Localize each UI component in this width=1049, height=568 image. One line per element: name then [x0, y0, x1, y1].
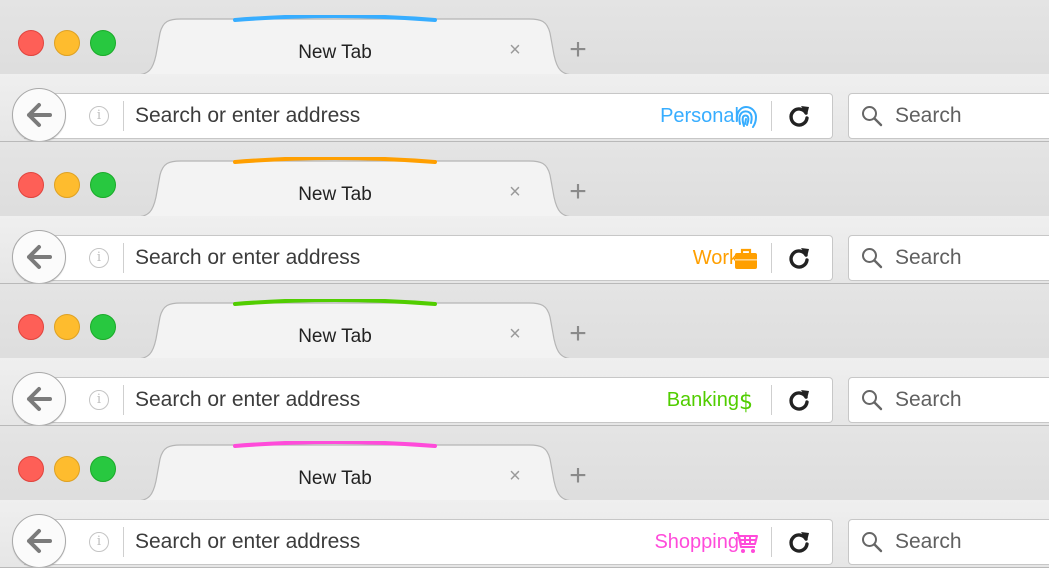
divider — [123, 101, 124, 131]
browser-window-personal: New Tab × + i Search or enter address Pe… — [0, 0, 1049, 142]
browser-window-work: New Tab × + i Search or enter address Wo… — [0, 142, 1049, 284]
tab-title: New Tab — [298, 42, 372, 63]
arrow-left-icon — [27, 103, 52, 127]
reload-icon[interactable] — [786, 245, 812, 271]
tab-strip: New Tab × + — [0, 0, 1049, 75]
back-button[interactable] — [12, 230, 66, 283]
arrow-left-icon — [27, 245, 52, 269]
briefcase-icon — [735, 248, 757, 269]
divider — [771, 243, 772, 273]
maximize-window-button[interactable] — [90, 456, 116, 482]
browser-window-banking: New Tab × + i Search or enter address Ba… — [0, 284, 1049, 426]
navigation-toolbar: i Search or enter address Shopping Searc… — [0, 500, 1049, 567]
divider — [771, 527, 772, 557]
info-icon[interactable]: i — [89, 248, 109, 268]
dollar-icon: $ — [739, 390, 753, 414]
arrow-left-icon — [27, 529, 52, 553]
address-input[interactable]: Search or enter address — [135, 387, 495, 413]
minimize-window-button[interactable] — [54, 30, 80, 56]
new-tab-button[interactable]: + — [563, 460, 593, 492]
new-tab-button[interactable]: + — [563, 34, 593, 66]
back-button[interactable] — [12, 372, 66, 425]
tab-close-icon[interactable]: × — [503, 38, 527, 62]
tab-strip: New Tab × + — [0, 426, 1049, 501]
fingerprint-icon — [735, 105, 758, 128]
container-label[interactable]: Personal — [660, 102, 739, 130]
search-icon — [862, 390, 883, 411]
address-input[interactable]: Search or enter address — [135, 103, 495, 129]
search-input[interactable]: Search — [895, 103, 962, 129]
tab-close-icon[interactable]: × — [503, 180, 527, 204]
container-label[interactable]: Banking — [667, 386, 739, 414]
new-tab-button[interactable]: + — [563, 176, 593, 208]
close-window-button[interactable] — [18, 314, 44, 340]
info-icon[interactable]: i — [89, 532, 109, 552]
search-input[interactable]: Search — [895, 387, 962, 413]
tab-title: New Tab — [298, 326, 372, 347]
search-input[interactable]: Search — [895, 529, 962, 555]
maximize-window-button[interactable] — [90, 172, 116, 198]
browser-window-shopping: New Tab × + i Search or enter address Sh… — [0, 426, 1049, 568]
container-label[interactable]: Shopping — [654, 528, 739, 556]
divider — [771, 385, 772, 415]
arrow-left-icon — [27, 387, 52, 411]
close-window-button[interactable] — [18, 172, 44, 198]
search-input[interactable]: Search — [895, 245, 962, 271]
minimize-window-button[interactable] — [54, 456, 80, 482]
back-button[interactable] — [12, 514, 66, 567]
search-icon — [862, 248, 883, 269]
address-input[interactable]: Search or enter address — [135, 245, 495, 271]
tab-close-icon[interactable]: × — [503, 322, 527, 346]
reload-icon[interactable] — [786, 103, 812, 129]
navigation-toolbar: i Search or enter address Banking $ Sear… — [0, 358, 1049, 425]
navigation-toolbar: i Search or enter address Work Search — [0, 216, 1049, 283]
navigation-toolbar: i Search or enter address Personal Searc… — [0, 74, 1049, 141]
cart-icon — [734, 532, 758, 553]
tab-title: New Tab — [298, 184, 372, 205]
close-window-button[interactable] — [18, 30, 44, 56]
close-window-button[interactable] — [18, 456, 44, 482]
search-icon — [862, 532, 883, 553]
back-button[interactable] — [12, 88, 66, 141]
new-tab-button[interactable]: + — [563, 318, 593, 350]
reload-icon[interactable] — [786, 529, 812, 555]
divider — [123, 385, 124, 415]
address-input[interactable]: Search or enter address — [135, 529, 495, 555]
tab-strip: New Tab × + — [0, 284, 1049, 359]
info-icon[interactable]: i — [89, 106, 109, 126]
maximize-window-button[interactable] — [90, 30, 116, 56]
search-icon — [862, 106, 883, 127]
tab-title: New Tab — [298, 468, 372, 489]
maximize-window-button[interactable] — [90, 314, 116, 340]
tab-strip: New Tab × + — [0, 142, 1049, 217]
reload-icon[interactable] — [786, 387, 812, 413]
divider — [771, 101, 772, 131]
minimize-window-button[interactable] — [54, 314, 80, 340]
info-icon[interactable]: i — [89, 390, 109, 410]
svg-text:$: $ — [739, 390, 753, 414]
divider — [123, 527, 124, 557]
divider — [123, 243, 124, 273]
tab-close-icon[interactable]: × — [503, 464, 527, 488]
minimize-window-button[interactable] — [54, 172, 80, 198]
